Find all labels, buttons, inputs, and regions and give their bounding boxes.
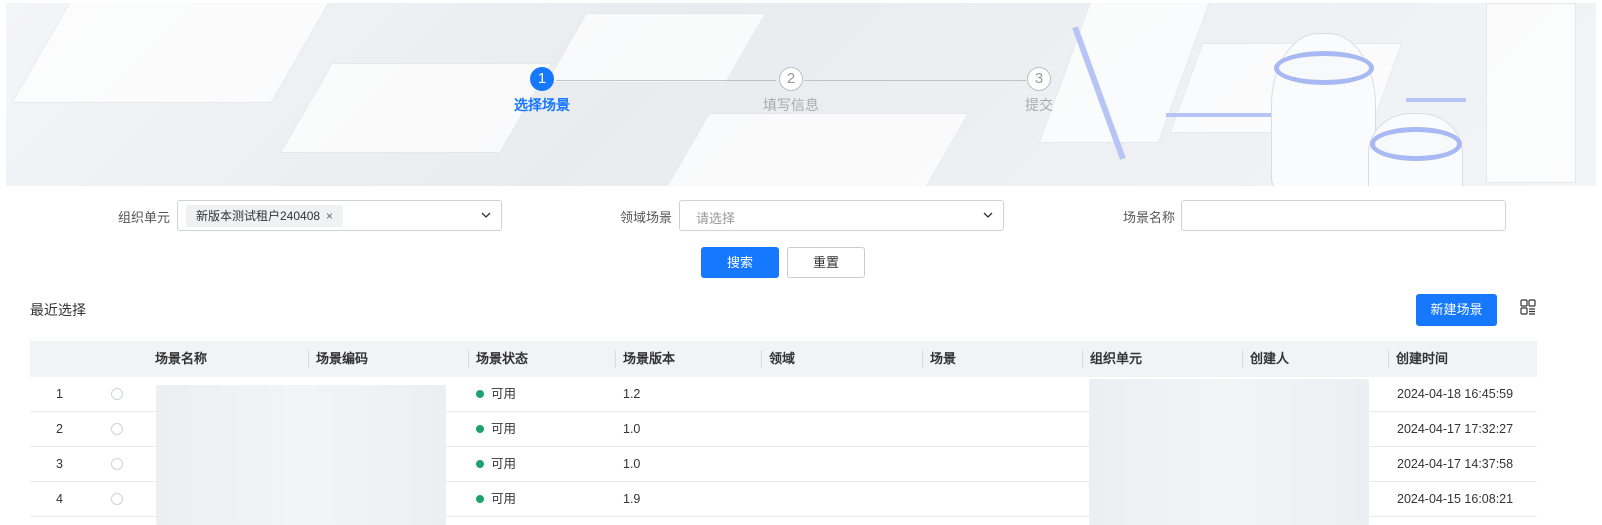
column-divider [615,350,616,368]
chevron-down-icon [983,210,993,220]
chevron-down-icon [481,210,491,220]
scene-name-input[interactable] [1181,200,1506,231]
step-number: 1 [530,67,554,91]
row-index: 3 [56,457,63,471]
version-cell: 1.9 [623,492,641,506]
scene-table: 场景名称 场景编码 场景状态 场景版本 领域 场景 组织单元 创建人 创建时间 … [30,341,1537,525]
org-unit-tag: 新版本测试租户240408 × [186,205,344,227]
column-header: 场景版本 [623,351,676,366]
column-header: 场景编码 [316,351,369,366]
column-divider [1082,350,1083,368]
created-time-cell: 2024-04-18 16:45:59 [1397,387,1514,401]
column-divider [1388,350,1389,368]
status-cell: 可用 [476,377,516,412]
step-3: 3 提交 [969,67,1109,115]
status-dot-icon [476,494,484,503]
step-label: 提交 [1025,97,1053,113]
step-label: 选择场景 [514,97,570,113]
row-select-radio[interactable] [111,493,123,505]
status-text: 可用 [491,457,517,471]
row-select-radio[interactable] [111,388,123,400]
created-time-cell: 2024-04-15 16:08:21 [1397,492,1514,506]
status-cell: 可用 [476,482,516,517]
column-header: 场景名称 [155,351,208,366]
row-select-radio[interactable] [111,423,123,435]
reset-button[interactable]: 重置 [787,247,865,278]
row-select-radio[interactable] [111,458,123,470]
column-header: 创建时间 [1396,351,1449,366]
created-time-cell: 2024-04-17 17:32:27 [1397,422,1514,436]
column-divider [1242,350,1243,368]
status-cell: 可用 [476,412,516,447]
step-2: 2 填写信息 [721,67,861,115]
org-unit-label: 组织单元 [117,210,170,225]
version-cell: 1.0 [623,457,641,471]
status-text: 可用 [491,492,517,506]
step-1: 1 选择场景 [472,67,612,115]
step-number: 3 [1027,67,1051,91]
domain-scene-select[interactable]: 请选择 [679,200,1004,231]
banner-decoration [1370,127,1462,161]
status-dot-icon [476,459,484,468]
grid-view-icon[interactable] [1520,299,1536,315]
column-header: 场景状态 [476,351,529,366]
step-label: 填写信息 [763,97,819,113]
redacted-scene-name-code [156,385,446,525]
column-header: 组织单元 [1090,351,1143,366]
status-dot-icon [476,389,484,398]
banner-decoration [662,113,970,186]
column-header: 场景 [930,351,957,366]
step-number: 2 [779,67,803,91]
row-index: 1 [56,387,63,401]
created-time-cell: 2024-04-17 14:37:58 [1397,457,1514,471]
column-divider [468,350,469,368]
search-button[interactable]: 搜索 [701,247,779,278]
version-cell: 1.2 [623,387,641,401]
header-banner: 1 选择场景 2 填写信息 3 提交 [6,3,1596,186]
org-unit-tag-text: 新版本测试租户240408 [196,209,321,223]
status-text: 可用 [491,422,517,436]
column-header: 领域 [769,351,796,366]
status-dot-icon [476,424,484,433]
status-cell: 可用 [476,447,516,482]
scene-name-label: 场景名称 [1122,210,1175,225]
domain-scene-label: 领域场景 [619,210,672,225]
column-divider [761,350,762,368]
version-cell: 1.0 [623,422,641,436]
new-scene-button[interactable]: 新建场景 [1416,294,1497,326]
column-divider [922,350,923,368]
step-progress: 1 选择场景 2 填写信息 3 提交 [6,67,1596,117]
row-index: 4 [56,492,63,506]
row-index: 2 [56,422,63,436]
recent-selection-title: 最近选择 [30,302,86,318]
domain-scene-placeholder: 请选择 [696,211,736,226]
column-divider [308,350,309,368]
redacted-org-creator [1089,379,1369,525]
status-text: 可用 [491,387,517,401]
org-unit-select[interactable]: 新版本测试租户240408 × [177,200,502,231]
table-header: 场景名称 场景编码 场景状态 场景版本 领域 场景 组织单元 创建人 创建时间 [30,341,1537,377]
close-icon[interactable]: × [326,209,333,223]
column-header: 创建人 [1250,351,1290,366]
